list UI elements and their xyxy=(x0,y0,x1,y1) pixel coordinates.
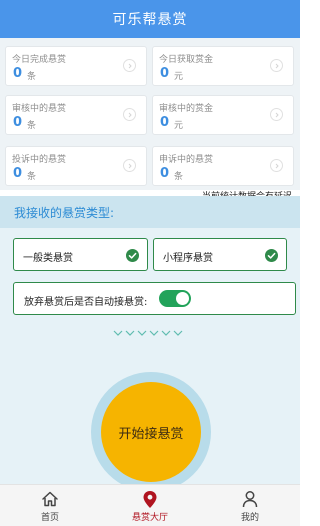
stat-unit: 条 xyxy=(27,121,37,131)
chevron-right-icon xyxy=(123,108,136,121)
stat-card-today-reward[interactable]: 今日获取赏金 0 元 xyxy=(152,46,294,86)
type-option-label: 小程序悬赏 xyxy=(163,253,213,264)
reward-types-panel: 我接收的悬赏类型: 一般类悬赏 小程序悬赏 放弃悬赏后是否自动接悬赏: xyxy=(0,196,300,351)
chevron-right-icon xyxy=(270,59,283,72)
stat-card-reviewing-tasks[interactable]: 审核中的悬赏 0 条 xyxy=(5,95,147,135)
stat-card-complaint-tasks[interactable]: 投诉中的悬赏 0 条 xyxy=(5,146,147,186)
stat-value: 0 xyxy=(13,166,23,181)
auto-accept-row: 放弃悬赏后是否自动接悬赏: xyxy=(13,282,296,315)
start-button-label: 开始接悬赏 xyxy=(118,426,184,442)
stat-value: 0 xyxy=(160,115,170,130)
stat-unit: 元 xyxy=(174,72,184,82)
check-circle-icon xyxy=(126,249,139,262)
toggle-knob xyxy=(176,292,189,305)
user-icon xyxy=(242,491,258,508)
app-screen: 可乐帮悬赏 今日完成悬赏 0 条 今日获取赏金 0 元 审核中的悬赏 0 条 审… xyxy=(0,0,300,526)
start-button-ring: 开始接悬赏 xyxy=(91,372,211,492)
stat-label: 审核中的悬赏 xyxy=(12,104,67,114)
type-option-miniprogram[interactable]: 小程序悬赏 xyxy=(153,238,287,271)
start-accepting-button[interactable]: 开始接悬赏 xyxy=(101,382,201,482)
tab-home[interactable]: 首页 xyxy=(0,485,100,526)
stats-panel: 今日完成悬赏 0 条 今日获取赏金 0 元 审核中的悬赏 0 条 审核中的赏金 xyxy=(0,38,300,202)
stat-card-today-completed[interactable]: 今日完成悬赏 0 条 xyxy=(5,46,147,86)
page-title: 可乐帮悬赏 xyxy=(112,12,188,28)
stat-label: 申诉中的悬赏 xyxy=(159,155,214,165)
chevron-right-icon xyxy=(123,159,136,172)
auto-accept-toggle[interactable] xyxy=(159,290,191,307)
stat-value: 0 xyxy=(160,66,170,81)
tab-label: 悬赏大厅 xyxy=(131,513,168,523)
start-area: 开始接悬赏 xyxy=(0,351,300,492)
stat-card-reviewing-reward[interactable]: 审核中的赏金 0 元 xyxy=(152,95,294,135)
check-circle-icon xyxy=(265,249,278,262)
chevron-right-icon xyxy=(270,108,283,121)
tab-reward-hall[interactable]: 悬赏大厅 xyxy=(100,485,200,526)
stat-value: 0 xyxy=(160,166,170,181)
type-option-label: 一般类悬赏 xyxy=(23,253,73,264)
location-pin-icon xyxy=(143,491,157,508)
tab-label: 我的 xyxy=(240,513,259,523)
stat-unit: 条 xyxy=(27,72,37,82)
chevron-right-icon xyxy=(123,59,136,72)
reward-types-header: 我接收的悬赏类型: xyxy=(0,196,300,228)
stat-label: 审核中的赏金 xyxy=(159,104,214,114)
stat-label: 今日获取赏金 xyxy=(159,55,214,65)
stat-label: 今日完成悬赏 xyxy=(12,55,67,65)
stat-value: 0 xyxy=(13,66,23,81)
stat-card-appeal-tasks[interactable]: 申诉中的悬赏 0 条 xyxy=(152,146,294,186)
stat-unit: 条 xyxy=(174,172,184,182)
stat-value: 0 xyxy=(13,115,23,130)
stat-unit: 条 xyxy=(27,172,37,182)
tab-label: 首页 xyxy=(40,513,59,523)
reward-types-title: 我接收的悬赏类型: xyxy=(14,206,115,220)
home-icon xyxy=(42,491,58,507)
bottom-tab-bar: 首页 悬赏大厅 我的 xyxy=(0,484,300,526)
chevrons-down-icon xyxy=(113,330,183,336)
auto-accept-label: 放弃悬赏后是否自动接悬赏: xyxy=(24,297,148,308)
chevron-right-icon xyxy=(270,159,283,172)
tab-profile[interactable]: 我的 xyxy=(200,485,300,526)
type-option-general[interactable]: 一般类悬赏 xyxy=(13,238,148,271)
stat-label: 投诉中的悬赏 xyxy=(12,155,67,165)
stat-unit: 元 xyxy=(174,121,184,131)
header-bar: 可乐帮悬赏 xyxy=(0,0,300,38)
